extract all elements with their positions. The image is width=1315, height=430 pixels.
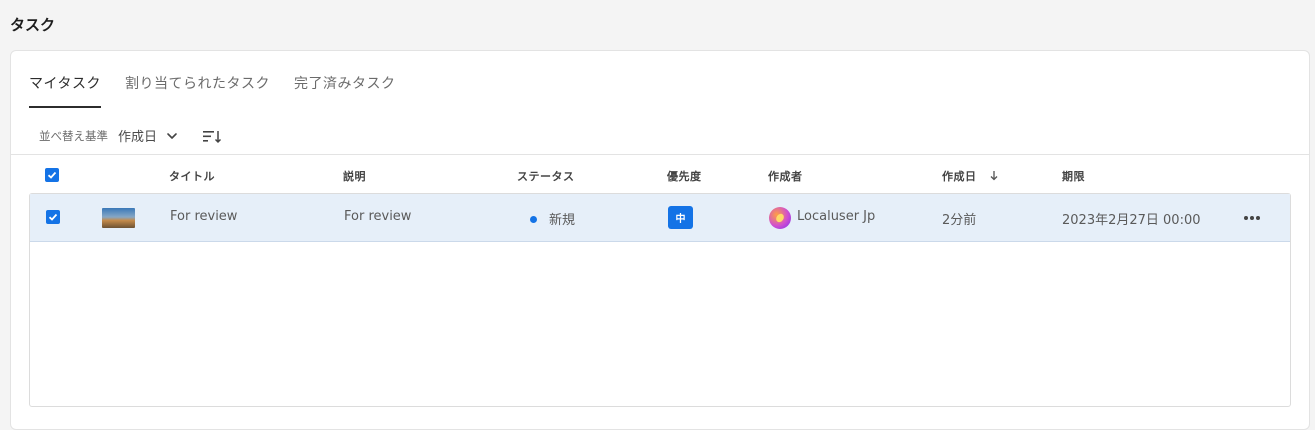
arrow-down-icon bbox=[990, 171, 998, 181]
check-icon bbox=[48, 213, 58, 221]
sort-order-icon[interactable] bbox=[201, 127, 223, 145]
divider bbox=[11, 154, 1309, 155]
column-header-status[interactable]: ステータス bbox=[517, 168, 575, 184]
cell-status: 新規 bbox=[530, 209, 575, 228]
sort-field-value: 作成日 bbox=[118, 130, 158, 145]
cell-due: 2023年2月27日 00:00 bbox=[1062, 213, 1201, 228]
sort-field-select[interactable]: 作成日 bbox=[118, 126, 179, 145]
more-options-icon[interactable] bbox=[1243, 212, 1261, 224]
column-header-due[interactable]: 期限 bbox=[1062, 168, 1085, 184]
asset-thumbnail[interactable] bbox=[102, 208, 135, 228]
user-avatar-icon bbox=[776, 213, 784, 223]
page-title: タスク bbox=[10, 16, 56, 34]
table-row[interactable]: For review For review 新規 中 Localuser Jp … bbox=[30, 194, 1290, 242]
cell-title[interactable]: For review bbox=[170, 209, 237, 224]
column-header-description[interactable]: 説明 bbox=[343, 168, 366, 184]
priority-badge: 中 bbox=[668, 206, 693, 229]
status-label: 新規 bbox=[549, 213, 576, 228]
avatar bbox=[769, 207, 791, 229]
column-header-created[interactable]: 作成日 bbox=[942, 168, 999, 184]
sort-label: 並べ替え基準 bbox=[39, 128, 108, 143]
table-body: For review For review 新規 中 Localuser Jp … bbox=[29, 193, 1291, 407]
column-header-priority[interactable]: 優先度 bbox=[667, 168, 702, 184]
status-dot-icon bbox=[530, 216, 537, 223]
sort-bar: 並べ替え基準 作成日 bbox=[39, 126, 223, 145]
check-icon bbox=[47, 171, 57, 179]
column-header-created-label: 作成日 bbox=[942, 170, 977, 183]
table-header: タイトル 説明 ステータス 優先度 作成者 作成日 期限 bbox=[11, 163, 1309, 189]
select-all-checkbox[interactable] bbox=[45, 168, 59, 182]
tab-my-tasks[interactable]: マイタスク bbox=[29, 73, 101, 108]
chevron-down-icon bbox=[167, 132, 177, 139]
column-header-creator[interactable]: 作成者 bbox=[768, 168, 803, 184]
tab-completed-tasks[interactable]: 完了済みタスク bbox=[294, 73, 396, 107]
cell-description: For review bbox=[344, 209, 412, 224]
tasks-card: マイタスク 割り当てられたタスク 完了済みタスク 並べ替え基準 作成日 タイトル… bbox=[10, 50, 1310, 430]
column-header-title[interactable]: タイトル bbox=[169, 168, 215, 184]
tab-bar: マイタスク 割り当てられたタスク 完了済みタスク bbox=[29, 73, 419, 108]
tab-assigned-tasks[interactable]: 割り当てられたタスク bbox=[125, 73, 270, 107]
row-checkbox[interactable] bbox=[46, 210, 60, 224]
cell-creator: Localuser Jp bbox=[797, 209, 876, 224]
cell-created: 2分前 bbox=[942, 213, 977, 228]
